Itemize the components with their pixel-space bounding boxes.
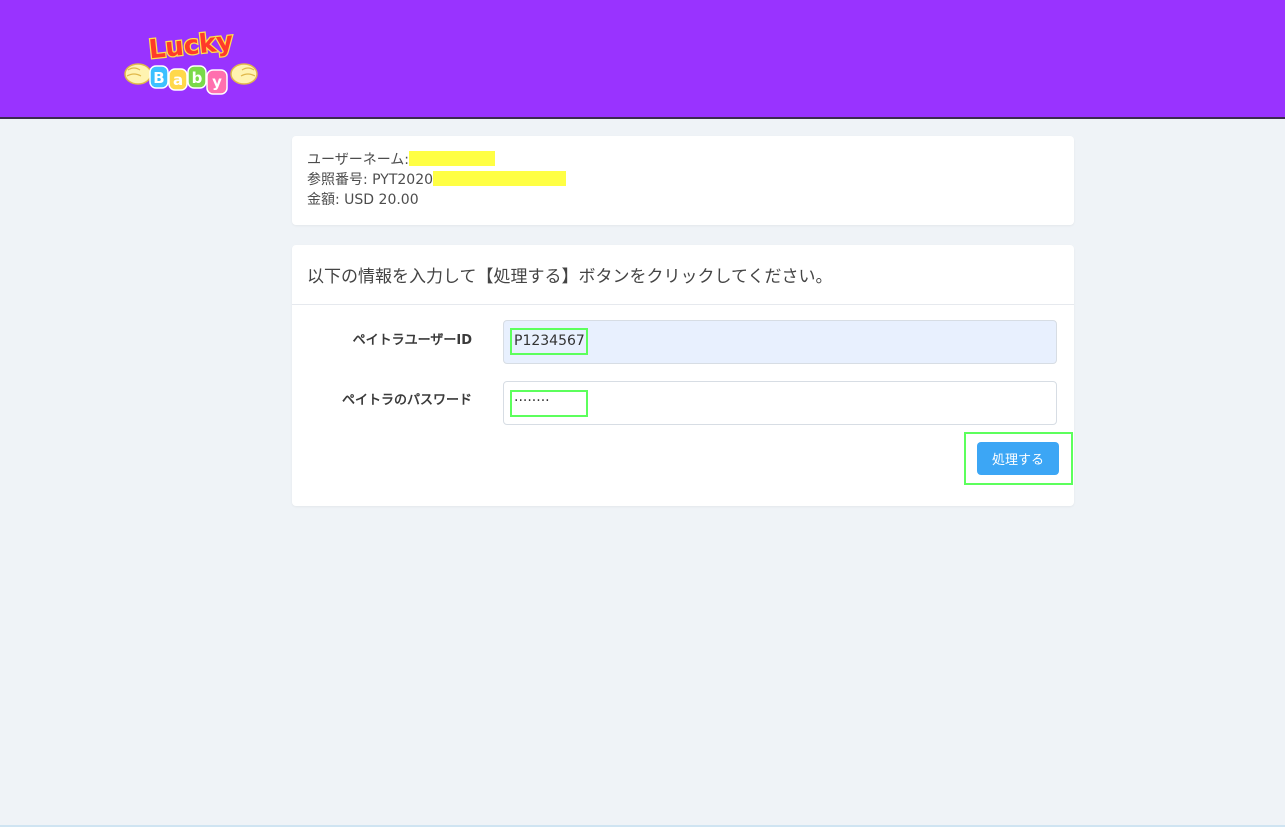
login-form-card: 以下の情報を入力して【処理する】ボタンをクリックしてください。 ペイトラユーザー… [292,245,1074,506]
lucky-baby-logo[interactable]: Lucky B a b y [124,24,258,100]
form-divider [292,304,1074,305]
reference-label: 参照番号: PYT2020 [307,172,434,188]
reference-redaction [433,171,567,186]
svg-text:a: a [173,71,183,89]
username-redaction [409,151,496,166]
password-label: ペイトラのパスワード [341,393,472,408]
top-header: Lucky B a b y [0,0,1285,119]
reference-row: 参照番号: PYT2020 [307,171,567,189]
payment-info-card: ユーザーネーム: 参照番号: PYT2020 金額: USD 20.00 [292,136,1074,225]
user-id-label: ペイトラユーザーID [352,333,472,348]
process-button[interactable]: 処理する [977,442,1059,475]
form-instruction: 以下の情報を入力して【処理する】ボタンをクリックしてください。 [307,267,833,287]
svg-text:b: b [192,69,203,87]
password-input[interactable]: ········ [503,381,1057,425]
svg-text:Lucky: Lucky [147,27,234,66]
amount-row: 金額: USD 20.00 [307,191,419,209]
password-value: ········ [514,393,550,409]
amount-label: 金額: USD 20.00 [307,192,419,208]
svg-text:y: y [212,73,222,91]
svg-text:B: B [153,69,164,87]
user-id-value: P1234567 [514,333,585,349]
username-label: ユーザーネーム: [307,152,410,168]
username-row: ユーザーネーム: [307,151,496,169]
user-id-input[interactable]: P1234567 [503,320,1057,364]
